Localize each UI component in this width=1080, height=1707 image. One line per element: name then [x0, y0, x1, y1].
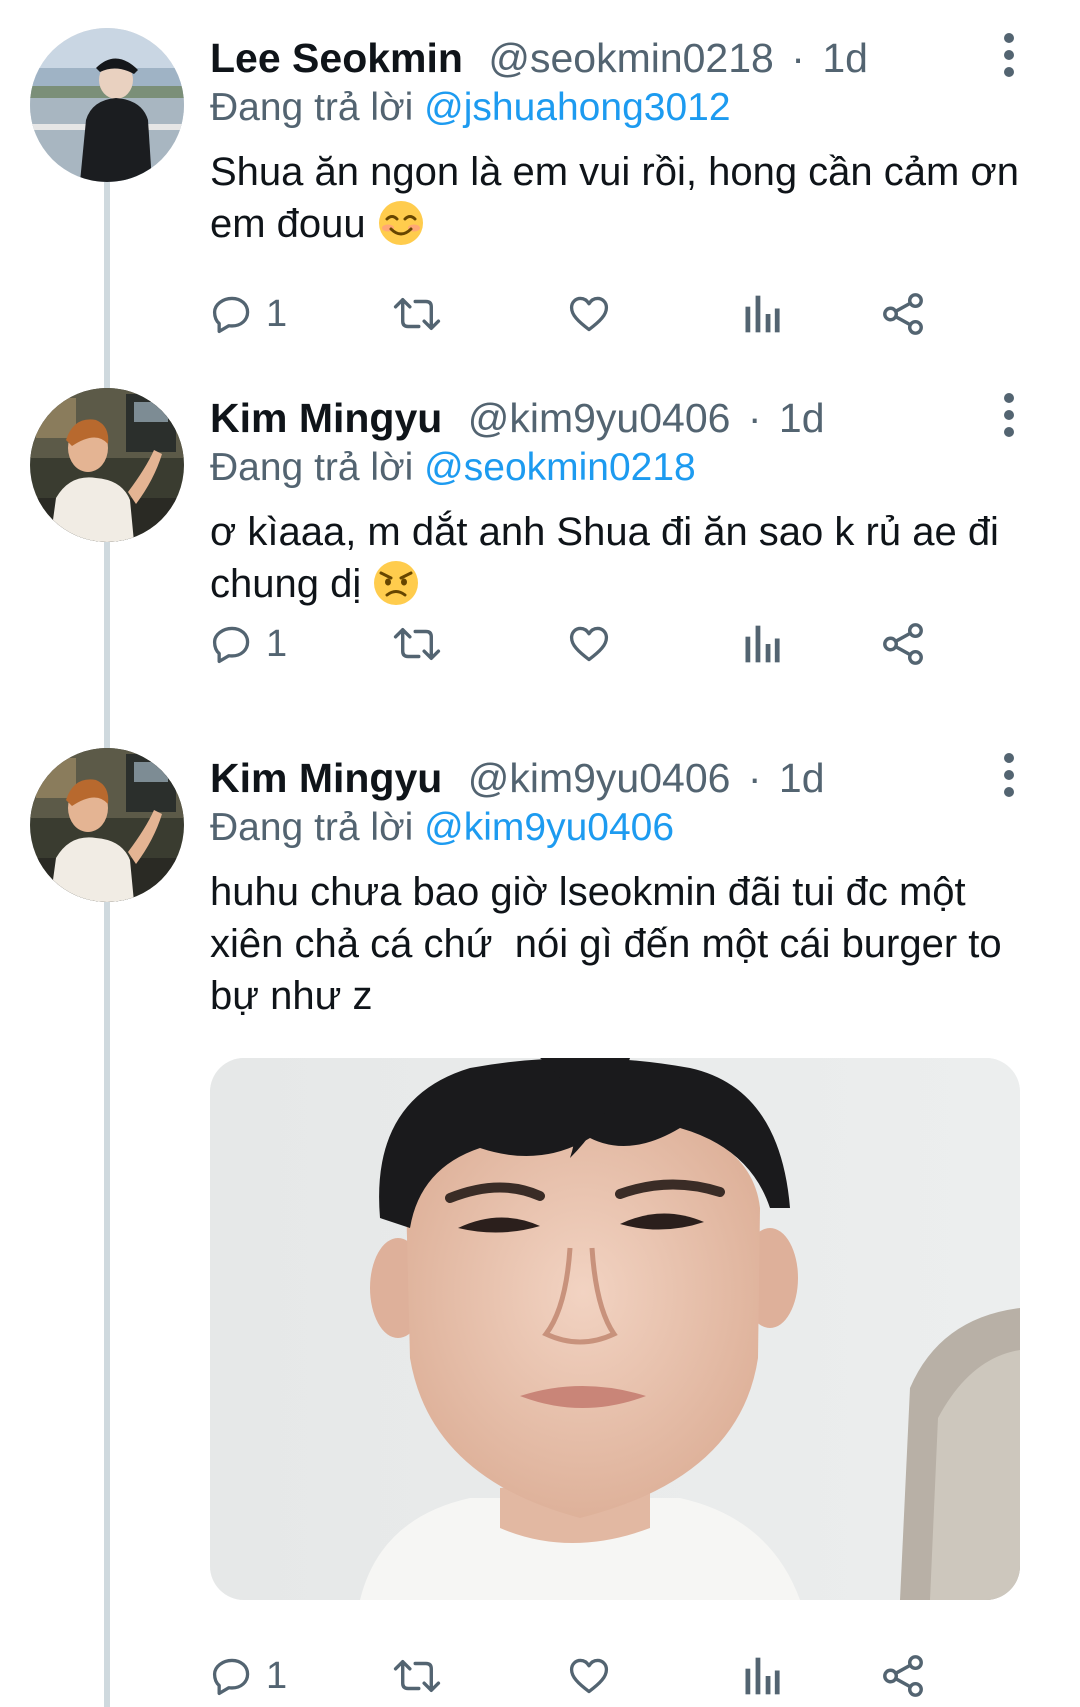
share-icon [883, 623, 923, 665]
replying-to-link[interactable]: @seokmin0218 [424, 446, 696, 489]
action-bar: 1 [210, 284, 1030, 344]
like-icon [569, 1658, 609, 1694]
tweet-header: Lee Seokmin @seokmin0218 · 1d [210, 28, 990, 88]
display-name[interactable]: Kim Mingyu [210, 395, 442, 441]
handle[interactable]: @kim9yu0406 [468, 755, 731, 801]
reply-count: 1 [266, 1654, 288, 1697]
share-button[interactable] [880, 1646, 926, 1706]
separator-dot: · [747, 395, 762, 441]
tweet-text-content: ơ kìaaa, m dắt anh Shua đi ăn sao k rủ a… [210, 510, 1011, 606]
more-icon[interactable] [996, 750, 1022, 800]
tweet-2[interactable]: Kim Mingyu @kim9yu0406 · 1d Đang trả lời… [0, 360, 1080, 690]
tweet-text-content: huhu chưa bao giờ lseokmin đãi tui đc mộ… [210, 870, 1013, 1018]
avatar-photo-lee-seokmin [30, 28, 184, 182]
reply-icon [212, 1658, 250, 1696]
views-button[interactable] [742, 614, 782, 674]
views-icon [745, 1657, 780, 1695]
tweet-1[interactable]: Lee Seokmin @seokmin0218 · 1d Đang trả l… [0, 0, 1080, 335]
like-icon [569, 296, 609, 332]
tweet-header: Kim Mingyu @kim9yu0406 · 1d [210, 748, 990, 808]
views-button[interactable] [742, 1646, 782, 1706]
separator-dot: · [747, 755, 762, 801]
like-button[interactable] [566, 1646, 612, 1706]
more-icon[interactable] [996, 30, 1022, 80]
retweet-button[interactable] [392, 1646, 442, 1706]
like-icon [569, 626, 609, 662]
avatar[interactable] [30, 388, 184, 542]
views-icon [745, 295, 780, 333]
replying-to: Đang trả lời @kim9yu0406 [210, 800, 674, 856]
avatar[interactable] [30, 748, 184, 902]
angry-face-emoji [374, 561, 419, 605]
reply-count: 1 [266, 622, 288, 665]
share-button[interactable] [880, 614, 926, 674]
smiling-blush-emoji [378, 201, 423, 245]
share-button[interactable] [880, 284, 926, 344]
retweet-icon [393, 628, 441, 660]
display-name[interactable]: Kim Mingyu [210, 755, 442, 801]
retweet-button[interactable] [392, 614, 442, 674]
tweet-text: huhu chưa bao giờ lseokmin đãi tui đc mộ… [210, 866, 1030, 1022]
avatar[interactable] [30, 28, 184, 182]
reply-button[interactable]: 1 [210, 1646, 287, 1706]
more-icon[interactable] [996, 390, 1022, 440]
timestamp[interactable]: 1d [779, 755, 825, 801]
replying-prefix: Đang trả lời [210, 86, 414, 129]
views-button[interactable] [742, 284, 782, 344]
replying-to: Đang trả lời @jshuahong3012 [210, 80, 731, 136]
action-bar: 1 [210, 1646, 1030, 1706]
retweet-icon [393, 298, 441, 330]
tweet-text-content: Shua ăn ngon là em vui rồi, hong cần cảm… [210, 150, 1031, 246]
display-name[interactable]: Lee Seokmin [210, 35, 463, 81]
timestamp[interactable]: 1d [779, 395, 825, 441]
timestamp[interactable]: 1d [822, 35, 868, 81]
photo-sad-face-image [210, 1058, 1020, 1600]
tweet-header: Kim Mingyu @kim9yu0406 · 1d [210, 388, 990, 448]
share-icon [883, 293, 923, 335]
retweet-button[interactable] [392, 284, 442, 344]
retweet-icon [393, 1660, 441, 1692]
separator-dot: · [791, 35, 805, 81]
avatar-photo-kim-mingyu [30, 388, 184, 542]
replying-prefix: Đang trả lời [210, 806, 414, 849]
reply-icon [212, 626, 250, 664]
reply-icon [212, 296, 250, 334]
reply-count: 1 [266, 292, 288, 335]
replying-prefix: Đang trả lời [210, 446, 414, 489]
tweet-3[interactable]: Kim Mingyu @kim9yu0406 · 1d Đang trả lời… [0, 720, 1080, 1707]
share-icon [883, 1655, 923, 1697]
avatar-photo-kim-mingyu [30, 748, 184, 902]
reply-button[interactable]: 1 [210, 284, 287, 344]
tweet-media-photo[interactable] [210, 1058, 1020, 1600]
action-bar: 1 [210, 614, 1030, 674]
like-button[interactable] [566, 284, 612, 344]
reply-button[interactable]: 1 [210, 614, 287, 674]
replying-to: Đang trả lời @seokmin0218 [210, 440, 696, 496]
tweet-text: Shua ăn ngon là em vui rồi, hong cần cảm… [210, 146, 1030, 250]
handle[interactable]: @seokmin0218 [488, 35, 774, 81]
replying-to-link[interactable]: @jshuahong3012 [424, 86, 730, 129]
tweet-text: ơ kìaaa, m dắt anh Shua đi ăn sao k rủ a… [210, 506, 1030, 610]
views-icon [745, 625, 780, 663]
like-button[interactable] [566, 614, 612, 674]
handle[interactable]: @kim9yu0406 [468, 395, 731, 441]
replying-to-link[interactable]: @kim9yu0406 [424, 806, 674, 849]
